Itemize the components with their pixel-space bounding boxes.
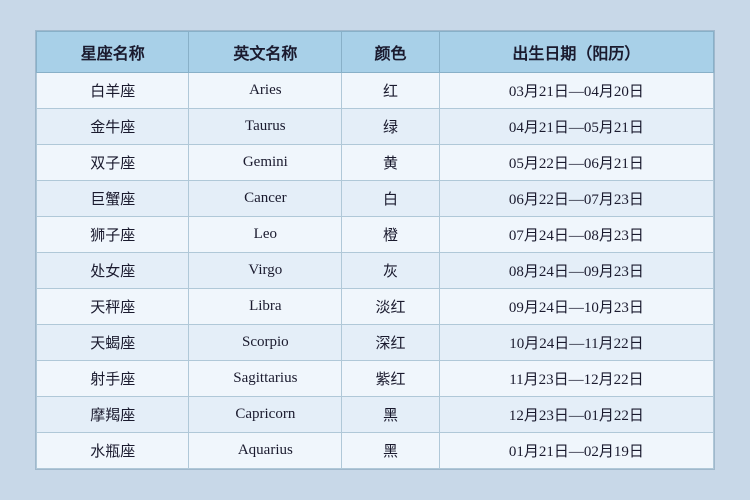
cell-dates: 08月24日—09月23日 — [439, 253, 713, 289]
cell-dates: 11月23日—12月22日 — [439, 361, 713, 397]
cell-dates: 09月24日—10月23日 — [439, 289, 713, 325]
cell-dates: 03月21日—04月20日 — [439, 73, 713, 109]
cell-dates: 07月24日—08月23日 — [439, 217, 713, 253]
table-row: 白羊座Aries红03月21日—04月20日 — [37, 73, 714, 109]
header-dates: 出生日期（阳历） — [439, 32, 713, 73]
cell-english-name: Aries — [189, 73, 342, 109]
table-row: 金牛座Taurus绿04月21日—05月21日 — [37, 109, 714, 145]
cell-dates: 12月23日—01月22日 — [439, 397, 713, 433]
cell-english-name: Aquarius — [189, 433, 342, 469]
cell-color: 白 — [342, 181, 440, 217]
cell-chinese-name: 处女座 — [37, 253, 189, 289]
cell-color: 橙 — [342, 217, 440, 253]
cell-color: 灰 — [342, 253, 440, 289]
table-row: 天秤座Libra淡红09月24日—10月23日 — [37, 289, 714, 325]
table-row: 处女座Virgo灰08月24日—09月23日 — [37, 253, 714, 289]
cell-dates: 05月22日—06月21日 — [439, 145, 713, 181]
cell-dates: 01月21日—02月19日 — [439, 433, 713, 469]
cell-english-name: Capricorn — [189, 397, 342, 433]
cell-chinese-name: 天秤座 — [37, 289, 189, 325]
zodiac-table: 星座名称 英文名称 颜色 出生日期（阳历） 白羊座Aries红03月21日—04… — [36, 31, 714, 469]
table-body: 白羊座Aries红03月21日—04月20日金牛座Taurus绿04月21日—0… — [37, 73, 714, 469]
table-row: 狮子座Leo橙07月24日—08月23日 — [37, 217, 714, 253]
zodiac-table-container: 星座名称 英文名称 颜色 出生日期（阳历） 白羊座Aries红03月21日—04… — [35, 30, 715, 470]
cell-english-name: Libra — [189, 289, 342, 325]
cell-color: 红 — [342, 73, 440, 109]
cell-chinese-name: 双子座 — [37, 145, 189, 181]
cell-color: 黑 — [342, 433, 440, 469]
cell-color: 深红 — [342, 325, 440, 361]
cell-english-name: Taurus — [189, 109, 342, 145]
cell-color: 黑 — [342, 397, 440, 433]
cell-chinese-name: 白羊座 — [37, 73, 189, 109]
table-row: 水瓶座Aquarius黑01月21日—02月19日 — [37, 433, 714, 469]
cell-english-name: Virgo — [189, 253, 342, 289]
cell-dates: 10月24日—11月22日 — [439, 325, 713, 361]
table-row: 双子座Gemini黄05月22日—06月21日 — [37, 145, 714, 181]
cell-dates: 06月22日—07月23日 — [439, 181, 713, 217]
cell-english-name: Leo — [189, 217, 342, 253]
header-chinese-name: 星座名称 — [37, 32, 189, 73]
cell-chinese-name: 射手座 — [37, 361, 189, 397]
table-row: 巨蟹座Cancer白06月22日—07月23日 — [37, 181, 714, 217]
table-row: 天蝎座Scorpio深红10月24日—11月22日 — [37, 325, 714, 361]
cell-chinese-name: 巨蟹座 — [37, 181, 189, 217]
header-color: 颜色 — [342, 32, 440, 73]
cell-english-name: Sagittarius — [189, 361, 342, 397]
cell-chinese-name: 天蝎座 — [37, 325, 189, 361]
cell-color: 黄 — [342, 145, 440, 181]
cell-color: 绿 — [342, 109, 440, 145]
cell-color: 紫红 — [342, 361, 440, 397]
table-header-row: 星座名称 英文名称 颜色 出生日期（阳历） — [37, 32, 714, 73]
header-english-name: 英文名称 — [189, 32, 342, 73]
table-row: 摩羯座Capricorn黑12月23日—01月22日 — [37, 397, 714, 433]
cell-color: 淡红 — [342, 289, 440, 325]
cell-chinese-name: 水瓶座 — [37, 433, 189, 469]
cell-dates: 04月21日—05月21日 — [439, 109, 713, 145]
cell-chinese-name: 摩羯座 — [37, 397, 189, 433]
cell-chinese-name: 金牛座 — [37, 109, 189, 145]
cell-english-name: Cancer — [189, 181, 342, 217]
cell-english-name: Gemini — [189, 145, 342, 181]
cell-chinese-name: 狮子座 — [37, 217, 189, 253]
cell-english-name: Scorpio — [189, 325, 342, 361]
table-row: 射手座Sagittarius紫红11月23日—12月22日 — [37, 361, 714, 397]
